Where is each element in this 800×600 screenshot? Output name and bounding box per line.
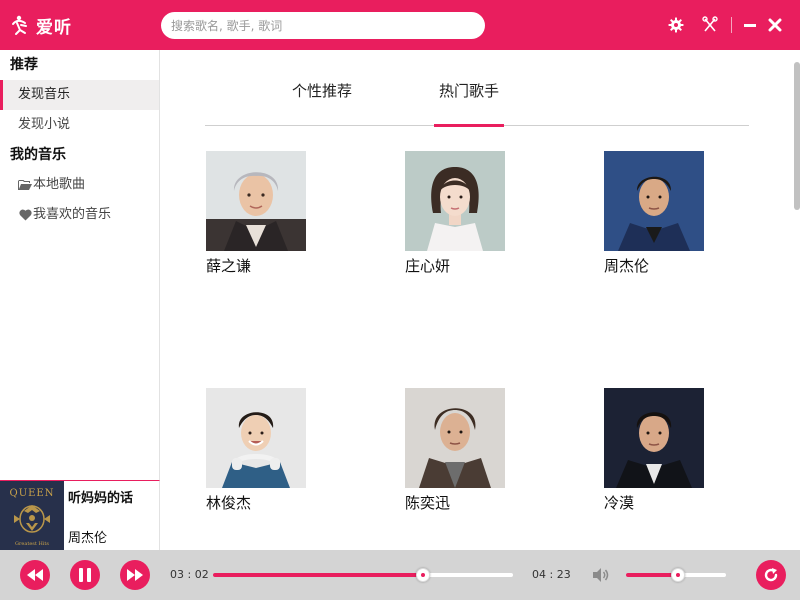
- tab-personal-recommend[interactable]: 个性推荐: [287, 80, 357, 126]
- total-time: 04 : 23: [532, 568, 571, 581]
- rewind-icon: [27, 569, 43, 581]
- artist-photo[interactable]: [604, 151, 704, 251]
- sidebar-item-discover-novels[interactable]: 发现小说: [0, 110, 159, 140]
- app-logo-icon: [10, 14, 30, 36]
- skin-icon[interactable]: [700, 15, 720, 35]
- artist-name[interactable]: 庄心妍: [405, 255, 505, 276]
- previous-button[interactable]: [20, 560, 50, 590]
- titlebar-divider: [731, 17, 732, 33]
- volume-icon[interactable]: [592, 566, 610, 584]
- now-playing-title: 听妈妈的话: [68, 491, 134, 506]
- artist-photo[interactable]: [206, 151, 306, 251]
- sidebar-item-label: 发现小说: [18, 117, 71, 132]
- player-bar: 03 : 02 04 : 23: [0, 550, 800, 600]
- progress-slider[interactable]: [213, 568, 513, 582]
- heart-icon: [18, 208, 32, 222]
- current-time: 03 : 02: [170, 568, 209, 581]
- sidebar: 推荐 发现音乐 发现小说 我的音乐 本地歌曲 我喜欢的音乐: [0, 50, 160, 480]
- artist-name[interactable]: 薛之谦: [206, 255, 306, 276]
- now-playing-panel[interactable]: QUEEN Greatest Hits 听妈妈的话 周杰伦: [0, 480, 160, 551]
- title-bar: 爱听: [0, 0, 800, 50]
- artist-card[interactable]: 冷漠: [604, 388, 704, 513]
- artist-name[interactable]: 冷漠: [604, 492, 704, 513]
- sidebar-item-label: 本地歌曲: [33, 177, 86, 192]
- search-box[interactable]: [161, 12, 485, 39]
- minimize-icon[interactable]: [740, 15, 760, 35]
- pause-icon: [79, 568, 91, 582]
- progress-handle[interactable]: [416, 568, 430, 582]
- artist-photo[interactable]: [405, 388, 505, 488]
- close-icon[interactable]: [765, 15, 785, 35]
- app-brand: 爱听: [10, 12, 72, 38]
- artist-photo[interactable]: [405, 151, 505, 251]
- pause-button[interactable]: [70, 560, 100, 590]
- sidebar-item-label: 发现音乐: [18, 87, 71, 102]
- sidebar-item-favorites[interactable]: 我喜欢的音乐: [0, 200, 159, 230]
- artist-card[interactable]: 薛之谦: [206, 151, 306, 276]
- main-scrollbar[interactable]: [794, 62, 800, 210]
- album-cover[interactable]: QUEEN Greatest Hits: [0, 481, 64, 551]
- artist-name[interactable]: 林俊杰: [206, 492, 306, 513]
- search-input[interactable]: [171, 18, 485, 33]
- artist-photo[interactable]: [604, 388, 704, 488]
- sidebar-item-local-songs[interactable]: 本地歌曲: [0, 170, 159, 200]
- artist-card[interactable]: 林俊杰: [206, 388, 306, 513]
- progress-fill: [213, 573, 423, 577]
- cover-subtitle-text: Greatest Hits: [15, 541, 49, 547]
- sidebar-item-discover-music[interactable]: 发现音乐: [0, 80, 159, 110]
- next-button[interactable]: [120, 560, 150, 590]
- artist-name[interactable]: 周杰伦: [604, 255, 704, 276]
- artist-card[interactable]: 庄心妍: [405, 151, 505, 276]
- fast-forward-icon: [127, 569, 143, 581]
- main-content: 个性推荐 热门歌手 薛之谦 庄心妍 周杰伦 林俊杰 陈奕迅 冷漠: [161, 50, 800, 550]
- settings-icon[interactable]: [666, 15, 686, 35]
- artist-card[interactable]: 周杰伦: [604, 151, 704, 276]
- app-name: 爱听: [36, 17, 72, 38]
- artist-name[interactable]: 陈奕迅: [405, 492, 505, 513]
- refresh-icon: [764, 568, 778, 582]
- folder-open-icon: [18, 178, 32, 192]
- section-my-music: 我的音乐: [10, 147, 66, 163]
- artist-card[interactable]: 陈奕迅: [405, 388, 505, 513]
- tab-bar: 个性推荐 热门歌手: [205, 50, 749, 127]
- now-playing-artist: 周杰伦: [68, 531, 108, 546]
- cover-logo-text: QUEEN: [10, 488, 55, 499]
- sidebar-item-label: 我喜欢的音乐: [33, 207, 112, 222]
- volume-handle[interactable]: [671, 568, 685, 582]
- volume-slider[interactable]: [626, 568, 726, 582]
- repeat-button[interactable]: [756, 560, 786, 590]
- section-recommend: 推荐: [10, 57, 38, 73]
- artist-photo[interactable]: [206, 388, 306, 488]
- tab-hot-artists[interactable]: 热门歌手: [434, 80, 504, 127]
